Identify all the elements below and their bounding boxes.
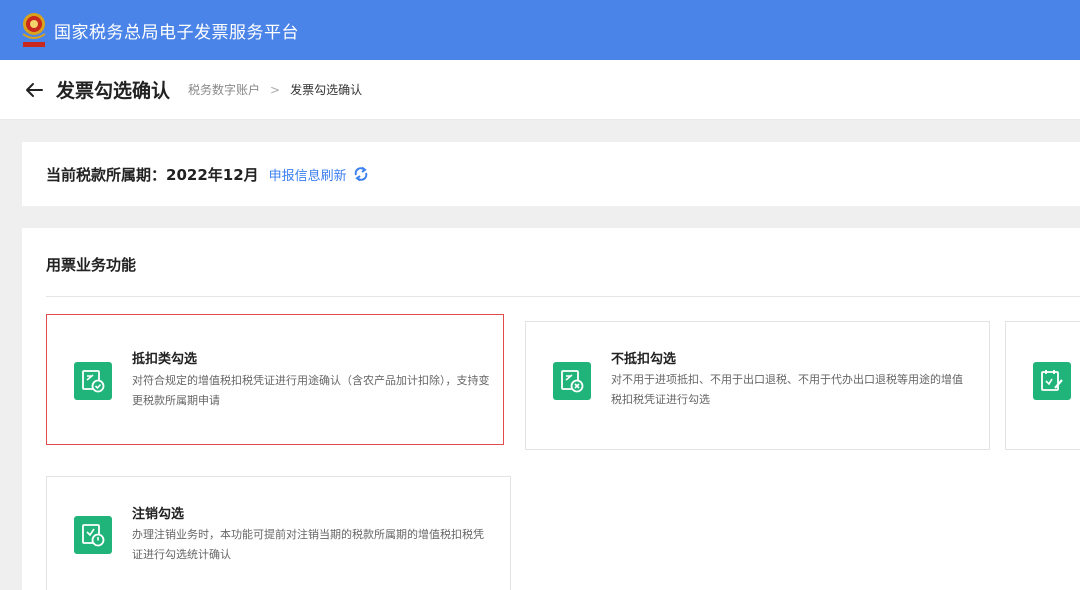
top-bar: 国家税务总局电子发票服务平台 bbox=[0, 0, 1080, 60]
breadcrumb-item-current: 发票勾选确认 bbox=[290, 83, 363, 97]
no-deduct-icon bbox=[553, 362, 591, 400]
refresh-icon[interactable] bbox=[353, 166, 369, 182]
card-title: 注销勾选 bbox=[132, 507, 185, 522]
card-cancel-check[interactable]: 注销勾选 办理注销业务时，本功能可提前对注销当期的税款所属期的增值税扣税凭证进行… bbox=[46, 476, 511, 590]
card-description: 对符合规定的增值税扣税凭证进行用途确认（含农产品加计扣除），支持变更税款所属期申… bbox=[132, 374, 490, 407]
card-no-deduct-check[interactable]: 不抵扣勾选 对不用于进项抵扣、不用于出口退税、不用于代办出口退税等用途的增值税扣… bbox=[525, 321, 990, 450]
deduct-check-icon bbox=[74, 362, 112, 400]
card-title: 抵扣类勾选 bbox=[132, 352, 198, 367]
back-arrow-icon[interactable] bbox=[24, 80, 44, 100]
page-header: 发票勾选确认 税务数字账户 > 发票勾选确认 bbox=[0, 60, 1080, 120]
cancel-check-icon bbox=[74, 516, 112, 554]
platform-title: 国家税务总局电子发票服务平台 bbox=[54, 22, 299, 43]
edit-check-icon bbox=[1033, 362, 1071, 400]
invoice-functions-panel: 用票业务功能 抵扣类勾选 对符合规定的增值税扣税凭证进行用途确认（含农产品加计扣… bbox=[22, 228, 1080, 590]
divider bbox=[46, 296, 1080, 297]
page-title: 发票勾选确认 bbox=[56, 80, 171, 102]
breadcrumb-item-tax-account[interactable]: 税务数字账户 bbox=[188, 81, 260, 98]
period-value: 2022年12月 bbox=[166, 165, 259, 184]
card-deduct-check[interactable]: 抵扣类勾选 对符合规定的增值税扣税凭证进行用途确认（含农产品加计扣除），支持变更… bbox=[46, 314, 504, 445]
tax-emblem-icon bbox=[20, 10, 48, 50]
card-description: 对不用于进项抵扣、不用于出口退税、不用于代办出口退税等用途的增值税扣税凭证进行勾… bbox=[611, 373, 963, 406]
tax-period-panel: 当前税款所属期： 2022年12月 申报信息刷新 bbox=[22, 142, 1080, 206]
card-description: 办理注销业务时，本功能可提前对注销当期的税款所属期的增值税扣税凭证进行勾选统计确… bbox=[132, 528, 484, 561]
section-title: 用票业务功能 bbox=[46, 256, 137, 274]
card-title: 不抵扣勾选 bbox=[611, 352, 677, 367]
period-label: 当前税款所属期： bbox=[46, 165, 167, 184]
breadcrumb-separator: > bbox=[270, 82, 281, 97]
card-edit-check[interactable] bbox=[1005, 321, 1080, 450]
refresh-declaration-link[interactable]: 申报信息刷新 bbox=[269, 165, 347, 184]
